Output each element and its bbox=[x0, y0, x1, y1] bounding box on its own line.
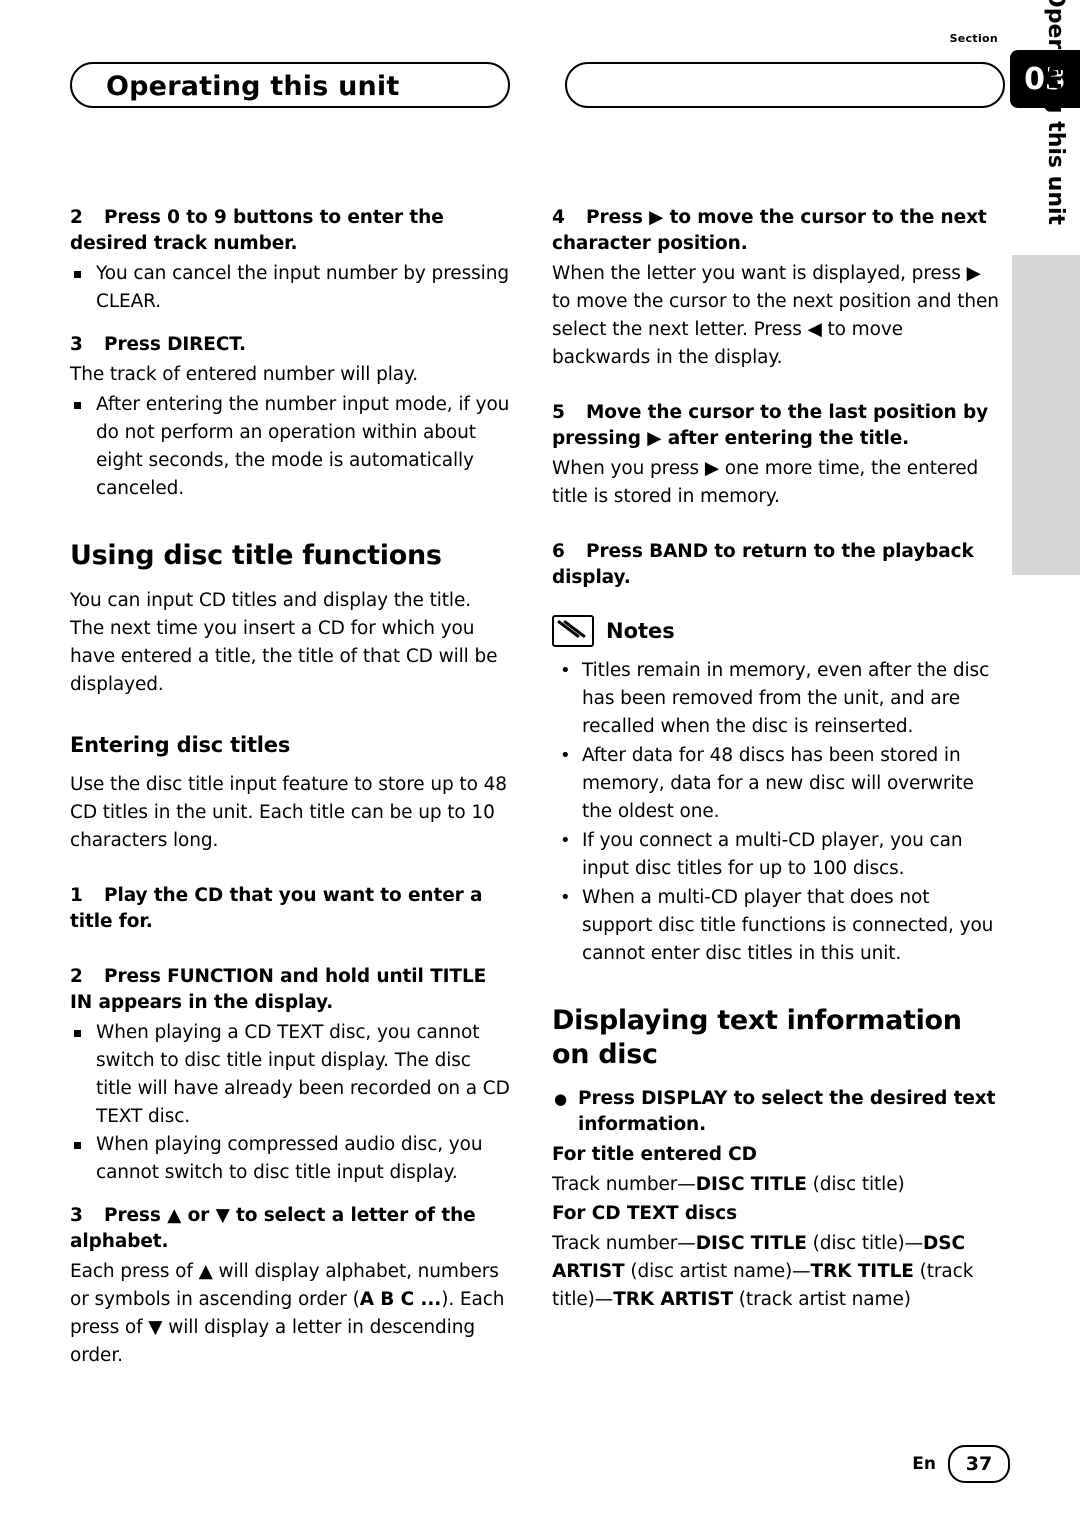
header-blank-pill bbox=[565, 62, 1005, 108]
page-footer: En 37 bbox=[912, 1445, 1010, 1483]
step-3-body: The track of entered number will play. bbox=[70, 364, 419, 385]
s4-body-a: When the letter you want is displayed, p… bbox=[552, 263, 967, 284]
step-3-note: After entering the number input mode, if… bbox=[70, 391, 510, 503]
note-item-3: If you connect a multi-CD player, you ca… bbox=[552, 827, 1002, 883]
sub2-l2c: TRK TITLE bbox=[810, 1261, 914, 1282]
entering-step-1-text: Play the CD that you want to enter a tit… bbox=[70, 885, 483, 932]
step-2-note: You can cancel the input number by press… bbox=[70, 260, 510, 316]
section-label: Section bbox=[949, 32, 998, 45]
step-6-text: Press BAND to return to the playback dis… bbox=[552, 541, 974, 588]
step-3-number: 3 bbox=[70, 334, 83, 355]
right-arrow-icon-3: ▶ bbox=[647, 428, 662, 449]
notes-header: Notes bbox=[552, 615, 1002, 647]
step-3-heading: 3 Press DIRECT. bbox=[70, 332, 510, 358]
left-arrow-icon: ◀ bbox=[807, 319, 822, 340]
sub1-b: DISC TITLE bbox=[695, 1174, 807, 1195]
subheading-cd-text-discs: For CD TEXT discs bbox=[552, 1203, 737, 1224]
step-4-number: 4 bbox=[552, 207, 565, 228]
step-5-number: 5 bbox=[552, 402, 565, 423]
entering-step-3-text-a: Press bbox=[104, 1205, 168, 1226]
step-3-note-text: After entering the number input mode, if… bbox=[96, 394, 510, 499]
step-5-heading: 5 Move the cursor to the last position by… bbox=[552, 400, 1002, 452]
notes-title: Notes bbox=[606, 619, 675, 643]
cd-text-discs-lines: Track number—DISC TITLE (disc title)—DSC… bbox=[552, 1230, 1002, 1314]
entering-step-2-number: 2 bbox=[70, 966, 83, 987]
pencil-icon bbox=[552, 615, 594, 647]
sub2-l1b: DISC TITLE bbox=[695, 1233, 807, 1254]
left-column: 2 Press 0 to 9 buttons to enter the desir… bbox=[70, 205, 510, 1372]
side-tab-label: Operating this unit bbox=[1043, 0, 1068, 226]
down-arrow-icon-2: ▼ bbox=[148, 1317, 163, 1338]
step-5-body: When you press ▶ one more time, the ente… bbox=[552, 455, 1002, 511]
step-5-text-b: after entering the title. bbox=[661, 428, 910, 449]
page-title: Operating this unit bbox=[106, 71, 400, 102]
page-title-pill: Operating this unit bbox=[70, 62, 510, 108]
entering-step-3-number: 3 bbox=[70, 1205, 83, 1226]
subsection-body: Use the disc title input feature to stor… bbox=[70, 774, 507, 851]
step-2-number: 2 bbox=[70, 207, 83, 228]
entering-step-2-text: Press FUNCTION and hold until TITLE IN a… bbox=[70, 966, 487, 1013]
section-heading-displaying-text: Displaying text information on disc bbox=[552, 1005, 962, 1070]
down-arrow-icon: ▼ bbox=[215, 1205, 230, 1226]
section-body-disc-title: You can input CD titles and display the … bbox=[70, 590, 498, 695]
step-4-heading: 4 Press ▶ to move the cursor to the next … bbox=[552, 205, 1002, 257]
display-bullet: Press DISPLAY to select the desired text… bbox=[552, 1086, 1002, 1138]
e3-body-abc: A B C ... bbox=[359, 1289, 442, 1310]
right-arrow-icon-2: ▶ bbox=[966, 263, 981, 284]
right-column: 4 Press ▶ to move the cursor to the next … bbox=[552, 205, 1002, 1316]
step-2-note-text: You can cancel the input number by press… bbox=[96, 263, 509, 312]
subheading-title-entered-cd: For title entered CD bbox=[552, 1144, 757, 1165]
step-4-body: When the letter you want is displayed, p… bbox=[552, 260, 1002, 372]
page-number: 37 bbox=[948, 1445, 1010, 1483]
title-entered-cd-line: Track number—DISC TITLE (disc title) bbox=[552, 1171, 1002, 1199]
entering-step-3-text-b: or bbox=[181, 1205, 216, 1226]
note-item-4: When a multi-CD player that does not sup… bbox=[552, 884, 1002, 968]
entering-step-2-note-1: When playing a CD TEXT disc, you cannot … bbox=[70, 1019, 510, 1131]
entering-step-2-heading: 2 Press FUNCTION and hold until TITLE IN … bbox=[70, 964, 510, 1016]
s5-body-a: When you press bbox=[552, 458, 705, 479]
step-3-text: Press DIRECT. bbox=[104, 334, 246, 355]
subheading-entering-disc-titles: Entering disc titles bbox=[70, 733, 291, 757]
step-6-heading: 6 Press BAND to return to the playback di… bbox=[552, 539, 1002, 591]
step-4-text-a: Press bbox=[586, 207, 650, 228]
entering-step-2-note-2: When playing compressed audio disc, you … bbox=[70, 1131, 510, 1187]
entering-step-3-heading: 3 Press ▲ or ▼ to select a letter of the … bbox=[70, 1203, 510, 1255]
sub2-l1a: Track number— bbox=[552, 1233, 696, 1254]
sub2-l3c: (track artist name) bbox=[733, 1289, 911, 1310]
section-heading-disc-title: Using disc title functions bbox=[70, 540, 442, 571]
step-2-heading: 2 Press 0 to 9 buttons to enter the desir… bbox=[70, 205, 510, 257]
step-6-number: 6 bbox=[552, 541, 565, 562]
sub1-a: Track number— bbox=[552, 1174, 696, 1195]
sub2-l2b: (disc artist name)— bbox=[624, 1261, 811, 1282]
up-arrow-icon-2: ▲ bbox=[198, 1261, 213, 1282]
display-bullet-text: Press DISPLAY to select the desired text… bbox=[578, 1088, 996, 1135]
note-item-1: Titles remain in memory, even after the … bbox=[552, 657, 1002, 741]
up-arrow-icon: ▲ bbox=[167, 1205, 182, 1226]
right-arrow-icon-4: ▶ bbox=[704, 458, 720, 479]
entering-step-1-heading: 1 Play the CD that you want to enter a ti… bbox=[70, 883, 510, 935]
page-header: Operating this unit Section 03 bbox=[70, 32, 1080, 110]
right-arrow-icon: ▶ bbox=[649, 207, 664, 228]
sub1-c: (disc title) bbox=[806, 1174, 905, 1195]
sub2-l1c: (disc title)— bbox=[806, 1233, 924, 1254]
e3-body-a: Each press of bbox=[70, 1261, 199, 1282]
sub2-l3b: TRK ARTIST bbox=[613, 1289, 734, 1310]
entering-step-2-note-2-text: When playing compressed audio disc, you … bbox=[96, 1134, 483, 1183]
entering-step-3-body: Each press of ▲ will display alphabet, n… bbox=[70, 1258, 510, 1370]
s4-body-b: to move the cursor to the next position … bbox=[552, 291, 999, 340]
entering-step-1-number: 1 bbox=[70, 885, 83, 906]
entering-step-2-note-1-text: When playing a CD TEXT disc, you cannot … bbox=[96, 1022, 510, 1127]
note-item-2: After data for 48 discs has been stored … bbox=[552, 742, 1002, 826]
side-tab: Operating this unit bbox=[1012, 0, 1080, 575]
step-2-text: Press 0 to 9 buttons to enter the desire… bbox=[70, 207, 444, 254]
language-label: En bbox=[912, 1454, 936, 1474]
